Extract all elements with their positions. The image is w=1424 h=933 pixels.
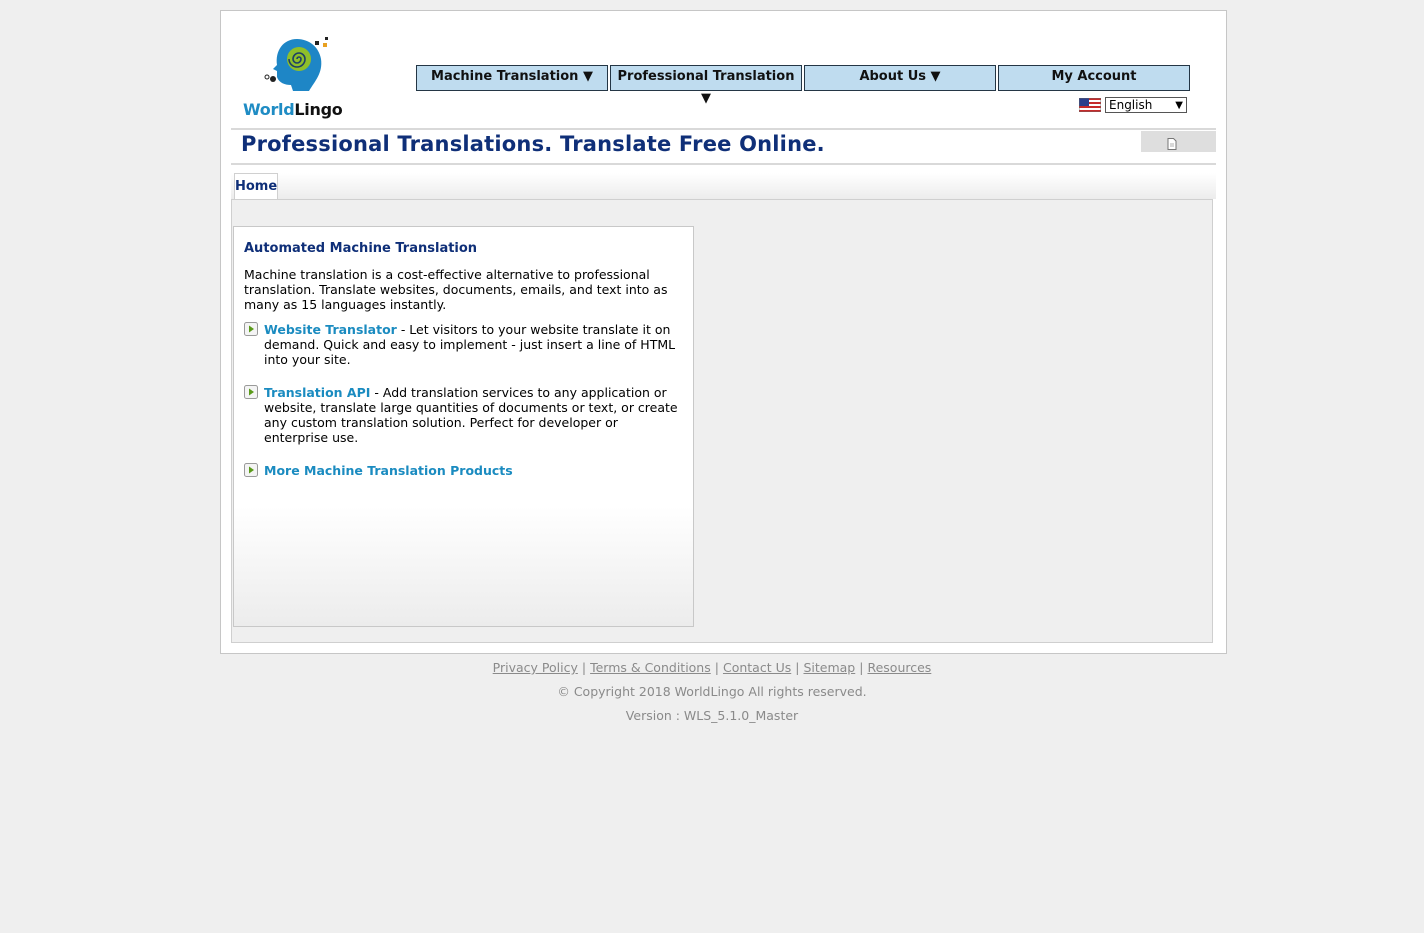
footer-separator: | [795, 660, 800, 675]
logo-lingo: Lingo [294, 100, 343, 119]
title-side-bar [1141, 131, 1216, 152]
footer-link-contact-us[interactable]: Contact Us [723, 660, 791, 675]
footer-link-privacy-policy[interactable]: Privacy Policy [493, 660, 578, 675]
divider-bottom [231, 163, 1216, 165]
footer-link-resources[interactable]: Resources [867, 660, 931, 675]
footer-separator: | [859, 660, 864, 675]
page-frame: WorldLingo Machine Translation ▼ Profess… [220, 10, 1227, 654]
nav-my-account[interactable]: My Account [998, 65, 1190, 91]
footer-separator: | [581, 660, 587, 675]
language-dropdown[interactable]: English ▼ [1105, 97, 1187, 113]
chevron-down-icon: ▼ [1175, 100, 1183, 111]
website-translator-link[interactable]: Website Translator [264, 322, 397, 337]
footer-link-sitemap[interactable]: Sitemap [803, 660, 855, 675]
nav-professional-translation[interactable]: Professional Translation ▼ [610, 65, 802, 106]
footer-links: Privacy Policy | Terms & Conditions | Contac… [0, 660, 1424, 678]
footer-copyright: © Copyright 2018 WorldLingo All rights r… [557, 684, 867, 699]
footer: Privacy Policy | Terms & Conditions | Contac… [0, 660, 1424, 723]
footer-link-terms[interactable]: Terms & Conditions [590, 660, 711, 675]
arrow-right-icon [244, 463, 258, 477]
more-products-link[interactable]: More Machine Translation Products [264, 463, 513, 478]
box-heading: Automated Machine Translation [244, 241, 478, 256]
language-selected: English [1109, 98, 1153, 112]
worldlingo-logo[interactable]: WorldLingo [243, 37, 353, 127]
arrow-right-icon [244, 322, 258, 336]
footer-version: Version : WLS_5.1.0_Master [625, 708, 799, 723]
logo-world: World [243, 100, 295, 119]
translation-api-link[interactable]: Translation API [264, 385, 370, 400]
logo-head-icon [264, 37, 328, 91]
tab-bar: Home [231, 173, 1216, 200]
us-flag-icon [1079, 98, 1101, 112]
tab-home[interactable]: Home [234, 173, 278, 200]
logo-wordmark: WorldLingo [243, 100, 343, 119]
arrow-right-icon [244, 385, 258, 399]
content-panel: Automated Machine Translation Machine tr… [231, 199, 1213, 643]
divider-top [231, 128, 1216, 130]
nav-about-us[interactable]: About Us ▼ [804, 65, 996, 91]
document-icon[interactable] [1167, 138, 1177, 150]
nav-machine-translation[interactable]: Machine Translation ▼ [416, 65, 608, 91]
page-title: Professional Translations. Translate Fre… [241, 132, 825, 156]
machine-translation-box: Automated Machine Translation Machine tr… [233, 226, 694, 627]
footer-separator: | [714, 660, 719, 675]
box-intro: Machine translation is a cost-effective … [244, 267, 668, 312]
